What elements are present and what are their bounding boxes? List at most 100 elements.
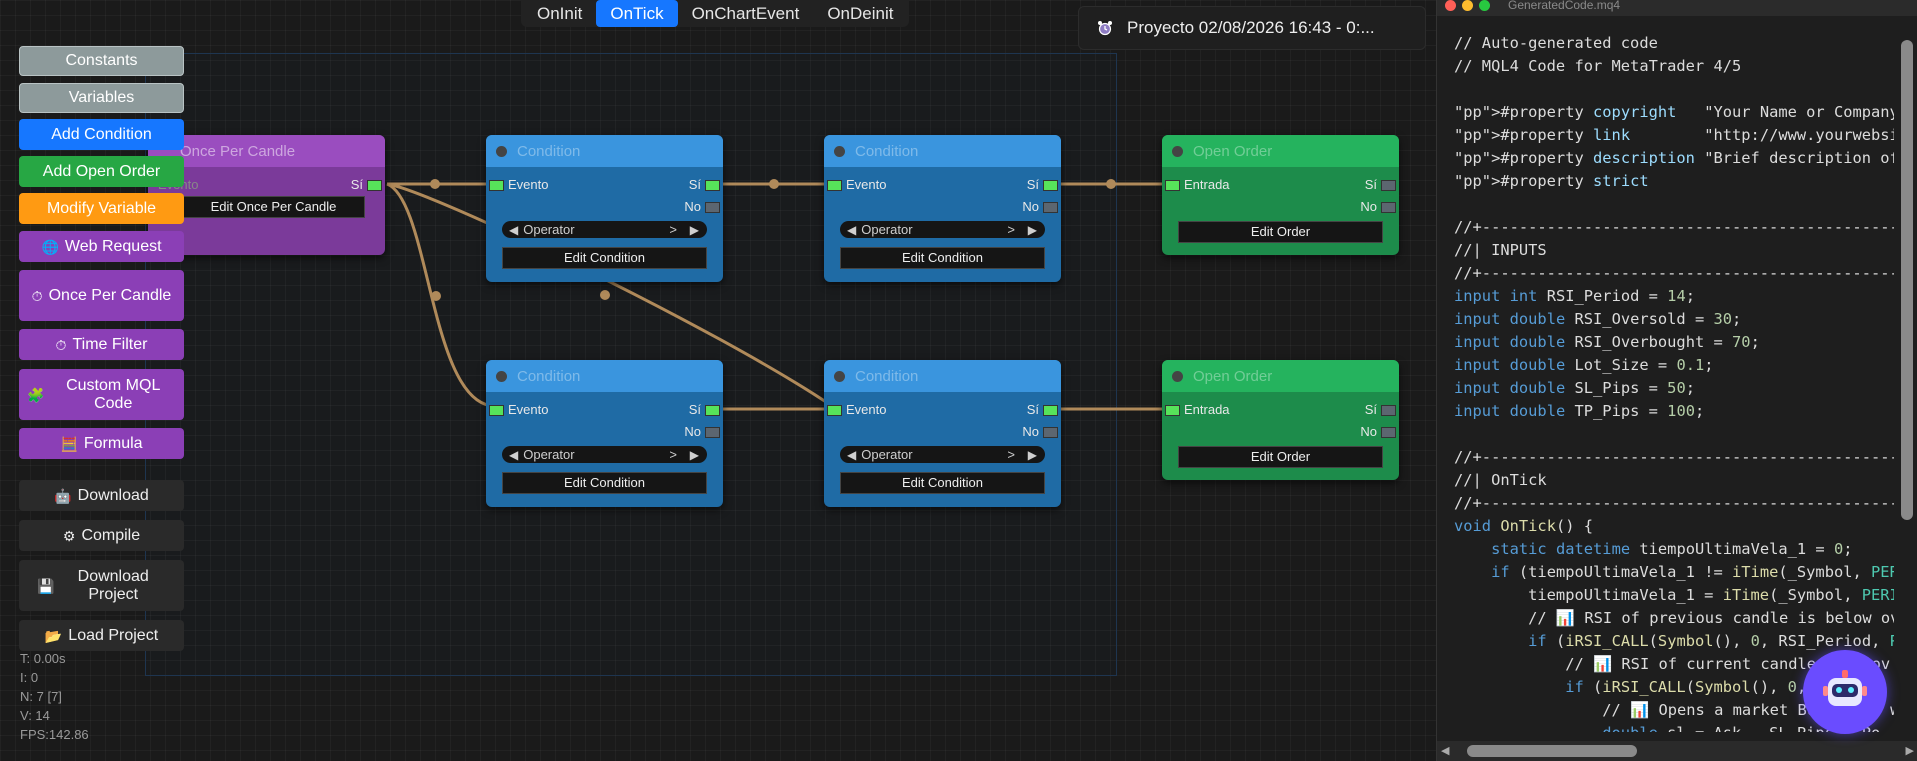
arrow-left-icon[interactable]: ◀ xyxy=(509,223,518,237)
code-panel[interactable]: GeneratedCode.mq4 // Auto-generated code… xyxy=(1436,0,1917,761)
robot-icon: 🤖 xyxy=(54,487,72,504)
code-editor[interactable]: // Auto-generated code // MQL4 Code for M… xyxy=(1454,32,1894,732)
open-order-node[interactable]: Open Order Entrada Sí No Edit Order xyxy=(1162,135,1399,255)
yes-slot[interactable] xyxy=(1381,405,1396,416)
node-title: Open Order xyxy=(1193,367,1273,385)
assistant-robot-avatar[interactable] xyxy=(1803,650,1887,734)
tab-oninit[interactable]: OnInit xyxy=(523,0,596,27)
node-status-dot xyxy=(1172,145,1183,157)
arrow-left-icon[interactable]: ◀ xyxy=(509,448,518,462)
edit-once-per-candle-button[interactable]: Edit Once Per Candle xyxy=(182,196,365,218)
arrow-left-icon[interactable]: ◀ xyxy=(847,223,856,237)
output-slot[interactable] xyxy=(367,180,382,191)
edit-condition-button[interactable]: Edit Condition xyxy=(840,247,1045,269)
yes-slot[interactable] xyxy=(705,180,720,191)
yes-slot[interactable] xyxy=(1381,180,1396,191)
gear-icon: ⚙ xyxy=(62,527,76,544)
scroll-right-icon[interactable]: ▶ xyxy=(1906,744,1914,757)
tab-onchartevent[interactable]: OnChartEvent xyxy=(678,0,814,27)
open-order-node[interactable]: Open Order Entrada Sí No Edit Order xyxy=(1162,360,1399,480)
no-slot[interactable] xyxy=(1043,427,1058,438)
input-slot[interactable] xyxy=(1165,180,1180,191)
once-per-candle-button[interactable]: ⏱ Once Per Candle xyxy=(19,270,184,321)
input-slot[interactable] xyxy=(1165,405,1180,416)
code-line: // 📊 RSI of previous candle is below ove xyxy=(1454,609,1894,627)
arrow-right-icon[interactable]: ▶ xyxy=(1028,448,1037,462)
code-line: //+-------------------------------------… xyxy=(1454,218,1894,236)
download-button[interactable]: 🤖 Download xyxy=(19,480,184,511)
condition-node[interactable]: Condition Evento Sí No ◀ Operator > ▶ Edit … xyxy=(486,360,723,507)
no-label: No xyxy=(1360,424,1377,439)
no-slot[interactable] xyxy=(705,202,720,213)
web-request-label: Web Request xyxy=(64,237,162,255)
formula-button[interactable]: 🧮 Formula xyxy=(19,428,184,459)
code-line: static datetime tiempoUltimaVela_1 = 0; xyxy=(1491,540,1853,558)
arrow-right-icon[interactable]: ▶ xyxy=(1028,223,1037,237)
horizontal-scrollbar[interactable]: ◀ ▶ xyxy=(1437,741,1917,761)
calculator-icon: 🧮 xyxy=(60,435,78,452)
operator-value: Operator xyxy=(523,222,575,237)
scroll-left-icon[interactable]: ◀ xyxy=(1441,744,1449,757)
once-per-candle-label: Once Per Candle xyxy=(48,286,172,304)
condition-node[interactable]: Condition Evento Sí No ◀ Operator > ▶ Edit … xyxy=(486,135,723,282)
minimize-window-icon[interactable] xyxy=(1462,0,1473,11)
input-slot[interactable] xyxy=(489,180,504,191)
download-project-button[interactable]: 💾 Download Project xyxy=(19,560,184,611)
edit-condition-button[interactable]: Edit Condition xyxy=(502,472,707,494)
add-condition-button[interactable]: Add Condition xyxy=(19,119,184,150)
arrow-left-icon[interactable]: ◀ xyxy=(847,448,856,462)
constants-button[interactable]: Constants xyxy=(19,46,184,76)
close-window-icon[interactable] xyxy=(1445,0,1456,11)
node-title: Open Order xyxy=(1193,142,1273,160)
arrow-right-icon[interactable]: ▶ xyxy=(690,223,699,237)
edit-order-button[interactable]: Edit Order xyxy=(1178,221,1383,243)
vertical-scrollbar[interactable] xyxy=(1901,40,1913,520)
condition-node[interactable]: Condition Evento Sí No ◀ Operator > ▶ Edit … xyxy=(824,360,1061,507)
yes-label: Sí xyxy=(1364,177,1377,192)
tab-ondeinit[interactable]: OnDeinit xyxy=(813,0,907,27)
operator-combo[interactable]: ◀ Operator > ▶ xyxy=(502,446,707,463)
tab-ontick[interactable]: OnTick xyxy=(596,0,678,27)
no-slot[interactable] xyxy=(705,427,720,438)
operator-combo[interactable]: ◀ Operator > ▶ xyxy=(840,221,1045,238)
yes-label: Sí xyxy=(688,402,701,417)
arrow-right-icon[interactable]: ▶ xyxy=(690,448,699,462)
code-line: if (tiempoUltimaVela_1 != iTime(_Symbol,… xyxy=(1491,563,1894,581)
project-title-box[interactable]: Proyecto 02/08/2026 16:43 - 0:... xyxy=(1078,6,1426,50)
modify-variable-button[interactable]: Modify Variable xyxy=(19,193,184,224)
operator-value: Operator xyxy=(861,447,913,462)
node-canvas[interactable]: Once Per Candle Evento Sí Edit Once Per … xyxy=(0,0,1436,761)
input-slot[interactable] xyxy=(489,405,504,416)
variables-button[interactable]: Variables xyxy=(19,83,184,113)
edit-condition-button[interactable]: Edit Condition xyxy=(840,472,1045,494)
edit-order-button[interactable]: Edit Order xyxy=(1178,446,1383,468)
operator-combo[interactable]: ◀ Operator > ▶ xyxy=(502,221,707,238)
horizontal-scroll-thumb[interactable] xyxy=(1467,745,1637,757)
code-line: //+-------------------------------------… xyxy=(1454,448,1894,466)
output-label: Sí xyxy=(350,177,363,192)
no-slot[interactable] xyxy=(1043,202,1058,213)
node-title: Condition xyxy=(855,142,919,160)
custom-mql-code-button[interactable]: 🧩 Custom MQL Code xyxy=(19,369,184,420)
input-slot[interactable] xyxy=(827,180,842,191)
web-request-button[interactable]: 🌐 Web Request xyxy=(19,231,184,262)
edit-condition-button[interactable]: Edit Condition xyxy=(502,247,707,269)
input-label: Evento xyxy=(508,402,549,417)
compile-button[interactable]: ⚙ Compile xyxy=(19,520,184,551)
no-slot[interactable] xyxy=(1381,202,1396,213)
no-slot[interactable] xyxy=(1381,427,1396,438)
chevron-right-icon: > xyxy=(669,447,677,462)
yes-slot[interactable] xyxy=(705,405,720,416)
time-filter-button[interactable]: ⏱ Time Filter xyxy=(19,329,184,360)
maximize-window-icon[interactable] xyxy=(1479,0,1490,11)
yes-slot[interactable] xyxy=(1043,180,1058,191)
code-line: input double RSI_Overbought = 70; xyxy=(1454,333,1760,351)
load-project-button[interactable]: 📂 Load Project xyxy=(19,620,184,651)
input-label: Evento xyxy=(508,177,549,192)
operator-combo[interactable]: ◀ Operator > ▶ xyxy=(840,446,1045,463)
condition-node[interactable]: Condition Evento Sí No ◀ Operator > ▶ Edit … xyxy=(824,135,1061,282)
input-slot[interactable] xyxy=(827,405,842,416)
yes-label: Sí xyxy=(1026,402,1039,417)
add-open-order-button[interactable]: Add Open Order xyxy=(19,156,184,187)
yes-slot[interactable] xyxy=(1043,405,1058,416)
